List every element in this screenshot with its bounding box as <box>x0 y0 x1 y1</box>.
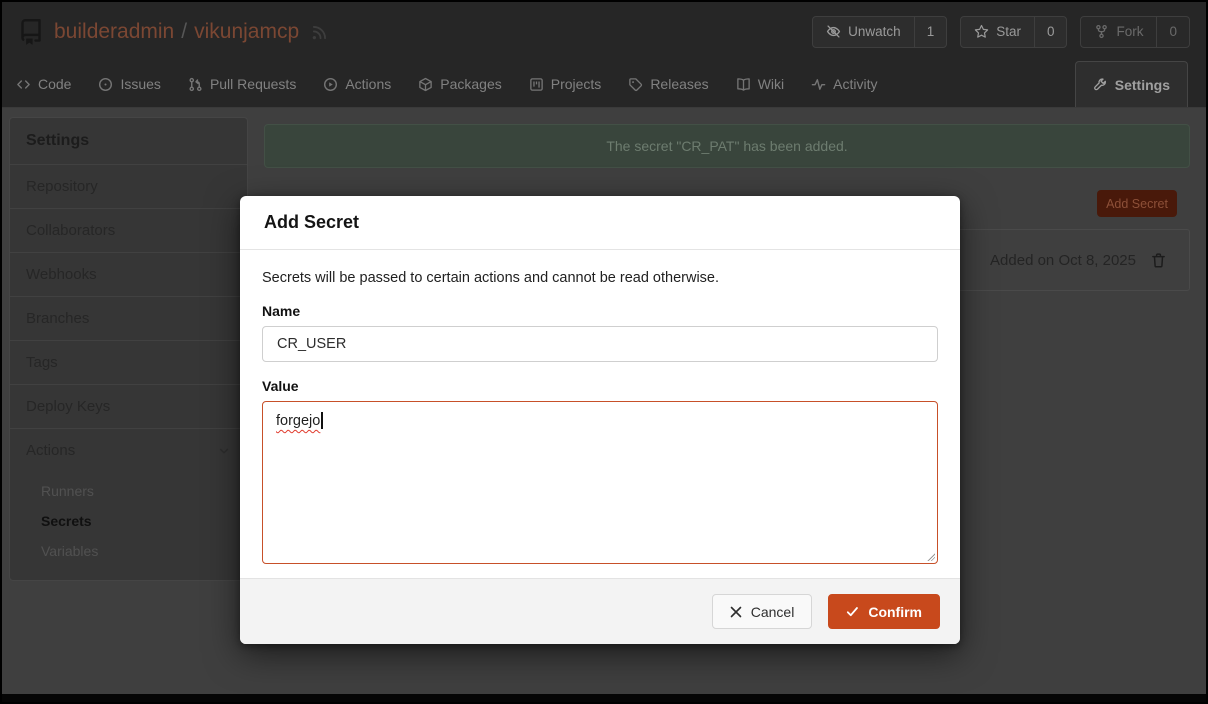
tab-actions-label: Actions <box>345 76 392 92</box>
sidebar-item-deploy-keys[interactable]: Deploy Keys <box>10 384 247 428</box>
code-icon <box>16 77 31 92</box>
success-banner: The secret "CR_PAT" has been added. <box>264 124 1190 168</box>
confirm-button[interactable]: Confirm <box>828 594 940 629</box>
fork-icon <box>1094 24 1109 39</box>
sidebar-actions-submenu: Runners Secrets Variables <box>10 472 247 580</box>
rss-icon[interactable] <box>311 23 329 41</box>
chevron-down-icon <box>217 444 231 458</box>
check-icon <box>846 605 859 618</box>
add-secret-button-label: Add Secret <box>1106 196 1168 211</box>
breadcrumb: builderadmin / vikunjamcp <box>54 20 299 44</box>
tab-pull-requests-label: Pull Requests <box>209 76 297 92</box>
tab-releases-label: Releases <box>650 76 709 92</box>
unwatch-button[interactable]: Unwatch 1 <box>812 15 948 48</box>
repo-tab-bar: Code Issues Pull Requests Actions Packag… <box>2 61 1206 108</box>
sidebar-subitem-secrets[interactable]: Secrets <box>10 506 247 536</box>
app-window: builderadmin / vikunjamcp Unwatch 1 Star… <box>0 0 1208 704</box>
package-icon <box>418 77 433 92</box>
modal-body: Secrets will be passed to certain action… <box>240 250 960 564</box>
sidebar-actions-label: Actions <box>26 442 76 459</box>
tab-packages[interactable]: Packages <box>418 61 502 107</box>
tab-activity[interactable]: Activity <box>811 61 877 107</box>
secret-value-textarea[interactable]: forgejo <box>262 401 938 564</box>
secret-added-date: Added on Oct 8, 2025 <box>990 251 1136 269</box>
tab-issues[interactable]: Issues <box>98 61 161 107</box>
breadcrumb-separator: / <box>181 19 188 43</box>
sidebar-item-actions[interactable]: Actions <box>10 428 247 472</box>
sidebar-subitem-runners[interactable]: Runners <box>10 476 247 506</box>
sidebar-item-repository[interactable]: Repository <box>10 164 247 208</box>
add-secret-modal: Add Secret Secrets will be passed to cer… <box>240 196 960 644</box>
sidebar-item-webhooks[interactable]: Webhooks <box>10 252 247 296</box>
repo-header: builderadmin / vikunjamcp Unwatch 1 Star… <box>2 2 1206 61</box>
star-label: Star <box>996 24 1021 39</box>
fork-button[interactable]: Fork 0 <box>1080 15 1190 48</box>
x-icon <box>730 606 742 618</box>
tag-icon <box>628 77 643 92</box>
confirm-button-label: Confirm <box>868 603 922 620</box>
fork-label: Fork <box>1116 24 1144 39</box>
settings-sidebar: Settings Repository Collaborators Webhoo… <box>9 117 248 581</box>
star-icon <box>974 24 989 39</box>
watch-count[interactable]: 1 <box>913 16 947 47</box>
tab-settings-label: Settings <box>1114 76 1170 93</box>
cancel-button[interactable]: Cancel <box>711 594 813 629</box>
tab-packages-label: Packages <box>440 76 502 92</box>
modal-description: Secrets will be passed to certain action… <box>262 270 720 286</box>
star-button[interactable]: Star 0 <box>960 15 1068 48</box>
tab-pull-requests[interactable]: Pull Requests <box>188 61 296 107</box>
modal-header: Add Secret <box>240 196 960 250</box>
unwatch-label: Unwatch <box>848 24 901 39</box>
modal-title: Add Secret <box>264 212 360 232</box>
trash-icon[interactable] <box>1150 252 1167 269</box>
resize-handle[interactable] <box>925 551 935 561</box>
sidebar-subitem-variables[interactable]: Variables <box>10 536 247 566</box>
name-field-label: Name <box>262 303 301 319</box>
project-board-icon <box>529 77 544 92</box>
value-field-label: Value <box>262 378 299 394</box>
issue-circle-icon <box>98 77 113 92</box>
tab-code[interactable]: Code <box>16 61 71 107</box>
success-banner-text: The secret "CR_PAT" has been added. <box>606 138 848 154</box>
cancel-button-label: Cancel <box>750 603 795 620</box>
tab-projects-label: Projects <box>550 76 602 92</box>
play-circle-icon <box>323 77 338 92</box>
tab-wiki[interactable]: Wiki <box>736 61 784 107</box>
tab-issues-label: Issues <box>120 76 161 92</box>
sidebar-item-branches[interactable]: Branches <box>10 296 247 340</box>
tab-releases[interactable]: Releases <box>628 61 709 107</box>
text-caret <box>321 412 323 429</box>
repo-icon <box>18 18 44 45</box>
secret-value-text: forgejo <box>276 413 321 429</box>
book-icon <box>736 77 751 92</box>
repo-action-buttons: Unwatch 1 Star 0 Fork 0 <box>812 15 1190 48</box>
tab-settings[interactable]: Settings <box>1074 61 1188 107</box>
sidebar-title: Settings <box>26 132 90 149</box>
repo-owner-link[interactable]: builderadmin <box>54 20 174 44</box>
window-bottom-edge <box>2 694 1206 702</box>
add-secret-button[interactable]: Add Secret <box>1097 190 1177 217</box>
star-count[interactable]: 0 <box>1033 16 1067 47</box>
tab-wiki-label: Wiki <box>757 76 785 92</box>
tab-projects[interactable]: Projects <box>529 61 602 107</box>
tab-code-label: Code <box>38 76 72 92</box>
pull-request-icon <box>188 77 203 92</box>
sidebar-item-collaborators[interactable]: Collaborators <box>10 208 247 252</box>
tools-icon <box>1093 77 1108 92</box>
modal-footer: Cancel Confirm <box>240 578 960 644</box>
sidebar-item-tags[interactable]: Tags <box>10 340 247 384</box>
pulse-icon <box>811 77 826 92</box>
tab-activity-label: Activity <box>833 76 878 92</box>
fork-count[interactable]: 0 <box>1156 16 1189 47</box>
eye-slash-icon <box>826 24 841 39</box>
repo-name-link[interactable]: vikunjamcp <box>194 20 299 44</box>
secret-name-input[interactable] <box>262 326 938 362</box>
tab-actions[interactable]: Actions <box>323 61 391 107</box>
